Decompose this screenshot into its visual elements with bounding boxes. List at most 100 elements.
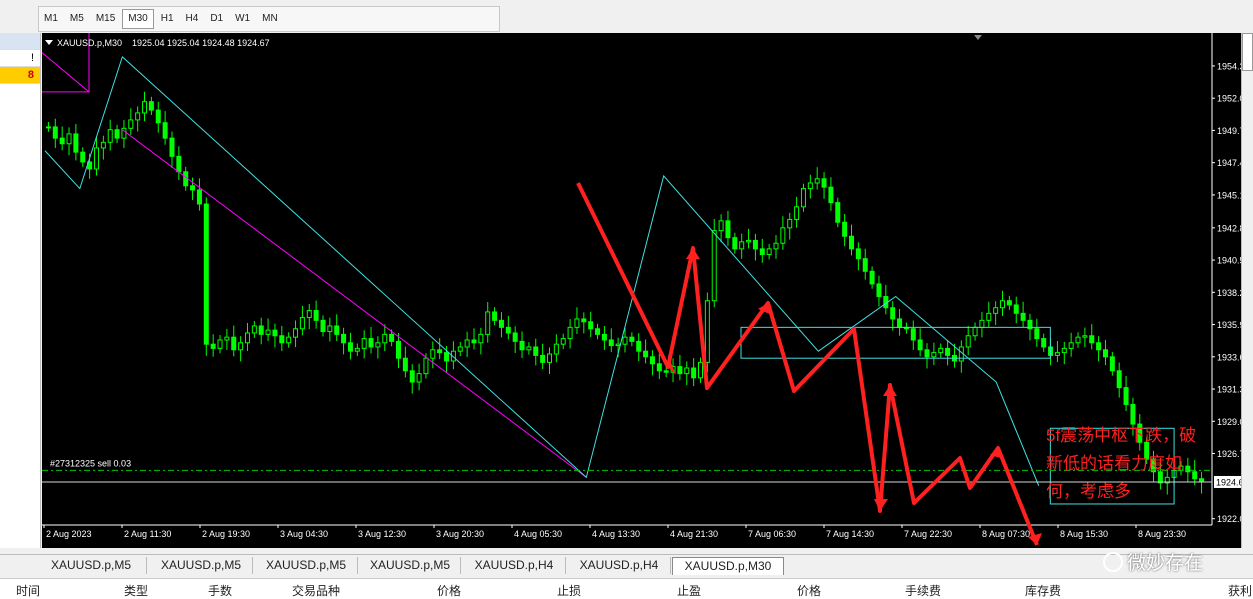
candle-body	[492, 311, 498, 321]
timeframe-button-m15[interactable]: M15	[91, 10, 120, 28]
candle-body	[1116, 370, 1122, 389]
timeframe-button-m5[interactable]: M5	[65, 10, 89, 28]
candle-body	[498, 319, 504, 328]
candle-body	[45, 126, 51, 129]
timeframe-button-w1[interactable]: W1	[230, 10, 255, 28]
timeframe-button-h4[interactable]: H4	[181, 10, 204, 28]
y-tick-label: 1926.70	[1217, 449, 1241, 459]
candle-body	[842, 221, 848, 237]
left-panel-row[interactable]	[0, 33, 40, 50]
chart-tab[interactable]: XAUUSD.p,H4	[463, 557, 566, 574]
scrollbar[interactable]	[1241, 33, 1253, 548]
candle-body	[423, 357, 429, 375]
candle-body	[1157, 471, 1163, 484]
column-header[interactable]: 价格	[437, 582, 461, 599]
left-panel-row[interactable]: !	[0, 50, 40, 67]
candle-body	[821, 178, 827, 188]
candle-body	[1102, 349, 1108, 358]
candle-body	[1041, 338, 1047, 348]
candle-body	[691, 367, 697, 379]
candle-body	[190, 185, 196, 191]
candle-body	[505, 326, 511, 334]
candle-body	[643, 350, 649, 358]
candle-body	[677, 366, 683, 375]
x-tick-label: 2 Aug 19:30	[202, 529, 250, 539]
x-tick-label: 4 Aug 21:30	[670, 529, 718, 539]
candle-body	[601, 333, 607, 341]
candle-body	[732, 237, 738, 250]
candle-body	[828, 186, 834, 204]
chart-tab[interactable]: XAUUSD.p,M5	[36, 557, 147, 574]
scrollbar-thumb[interactable]	[1242, 33, 1253, 71]
candle-body	[725, 220, 731, 239]
timeframe-button-d1[interactable]: D1	[205, 10, 228, 28]
column-header[interactable]: 手续费	[905, 582, 941, 599]
candle-body	[457, 346, 463, 352]
left-panel-row[interactable]: 8	[0, 67, 40, 84]
column-header[interactable]: 库存费	[1025, 582, 1061, 599]
annotation-text: 何，考虑多	[1046, 482, 1131, 501]
column-header[interactable]: 获利	[1228, 582, 1252, 599]
candle-body	[217, 339, 223, 349]
x-axis: 2 Aug 2023 2 Aug 11:30 2 Aug 19:30 3 Aug 04…	[43, 525, 1186, 539]
column-header[interactable]: 价格	[797, 582, 821, 599]
y-tick-label: 1940.50	[1217, 256, 1241, 266]
chart-tab[interactable]: XAUUSD.p,M30	[672, 557, 784, 575]
timeframe-button-m30[interactable]: M30	[122, 9, 154, 29]
candle-body	[897, 318, 903, 328]
candle-body	[1089, 335, 1095, 344]
column-header[interactable]: 止盈	[677, 582, 701, 599]
candle-body	[704, 300, 710, 363]
candle-body	[478, 333, 484, 344]
candle-body	[162, 122, 168, 139]
y-tick-label: 1938.20	[1217, 288, 1241, 298]
chart-ohlc: 1925.04 1925.04 1924.48 1924.67	[132, 38, 270, 48]
column-header[interactable]: 类型	[124, 582, 148, 599]
column-header[interactable]: 交易品种	[292, 582, 340, 599]
watermark: 微妙存在	[1103, 548, 1203, 575]
timeframe-button-m1[interactable]: M1	[39, 10, 63, 28]
candle-body	[66, 133, 72, 145]
candles	[45, 91, 1205, 495]
candle-body	[931, 352, 937, 358]
candle-body	[1185, 465, 1191, 473]
magenta-trendline	[122, 129, 587, 478]
candle-body	[656, 363, 662, 372]
left-panel: ! 8	[0, 33, 41, 548]
candle-body	[169, 137, 175, 157]
candle-body	[663, 370, 669, 373]
price-chart[interactable]: 1954.35 1952.05 1949.75 1947.45 1945.15 1942.…	[41, 28, 1253, 548]
timeframe-button-h1[interactable]: H1	[156, 10, 179, 28]
red-arrowhead-icon	[686, 248, 700, 259]
timeframe-button-mn[interactable]: MN	[257, 10, 283, 28]
candle-body	[862, 258, 868, 272]
candle-body	[334, 325, 340, 335]
candle-body	[375, 342, 381, 348]
timeframe-bar: M1 M5 M15 M30 H1 H4 D1 W1 MN	[38, 6, 500, 32]
candle-body	[986, 312, 992, 321]
candle-body	[540, 354, 546, 363]
candle-body	[176, 155, 182, 173]
candle-body	[698, 361, 704, 379]
chart-tab[interactable]: XAUUSD.p,M5	[360, 557, 461, 574]
candle-body	[608, 339, 614, 347]
x-tick-label: 3 Aug 04:30	[280, 529, 328, 539]
candle-body	[258, 325, 264, 335]
column-header[interactable]: 时间	[16, 582, 40, 599]
candle-body	[128, 119, 134, 129]
column-header[interactable]: 手数	[208, 582, 232, 599]
candle-body	[588, 321, 594, 330]
candle-body	[814, 178, 820, 184]
chart-tab[interactable]: XAUUSD.p,M5	[150, 557, 253, 574]
candle-body	[52, 126, 58, 139]
candle-body	[299, 317, 305, 330]
candle-body	[1075, 336, 1081, 344]
candle-body	[1130, 403, 1136, 425]
chart-tab[interactable]: XAUUSD.p,H4	[568, 557, 671, 574]
column-header[interactable]: 止损	[557, 582, 581, 599]
candle-body	[972, 326, 978, 337]
chart-tab[interactable]: XAUUSD.p,M5	[255, 557, 358, 574]
candle-body	[279, 335, 285, 344]
dropdown-triangle-icon	[45, 40, 53, 45]
candle-body	[567, 326, 573, 340]
